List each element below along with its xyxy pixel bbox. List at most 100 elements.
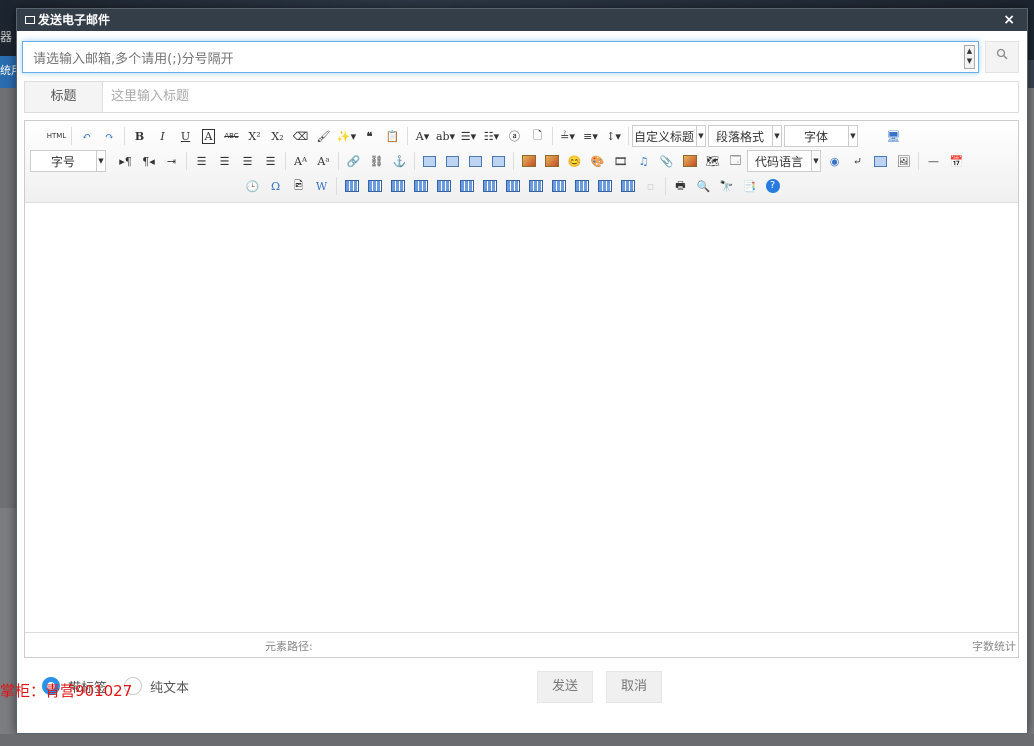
format-brush-icon[interactable]: 🖌 [312,126,335,146]
code-language-select[interactable]: 代码语言 ▼ [747,150,821,172]
simple-upload-icon[interactable] [517,151,540,171]
custom-heading-select[interactable]: 自定义标题 ▼ [632,125,706,147]
highlight-color-icon[interactable]: ab▾ [434,126,457,146]
cancel-button[interactable]: 取消 [606,671,662,703]
align-justify-icon[interactable]: ☰ [259,151,282,171]
toolbar-row: 🕒 Ω 🖻 W ▫ 🖶 🔍 🔭 📑 ? [241,174,1018,198]
search-contacts-button[interactable] [985,41,1019,73]
align-right-icon[interactable]: ☰ [236,151,259,171]
scrawl-icon[interactable]: 🎨 [586,151,609,171]
insert-frame-icon[interactable]: 🗔 [724,151,747,171]
map-glyph [682,155,697,167]
paragraph-format-select[interactable]: 段落格式 ▼ [708,125,782,147]
divider [628,127,629,145]
drafts-icon[interactable]: 📑 [738,176,761,196]
merge-down-icon[interactable] [547,176,570,196]
delete-table-icon[interactable] [363,176,386,196]
recipients-input[interactable] [22,41,979,73]
superscript-icon[interactable]: X² [243,126,266,146]
row-spacing-bottom-icon[interactable]: ≡▾ [579,126,602,146]
custom-heading-label: 自定义标题 [633,129,694,144]
to-lowercase-icon[interactable]: Aᵃ [312,151,335,171]
subject-input[interactable]: 这里输入标题 [103,82,1018,112]
font-family-select[interactable]: 字体 ▼ [784,125,858,147]
delete-col-icon[interactable] [478,176,501,196]
bold-icon[interactable]: B [128,126,151,146]
image-center-icon[interactable] [487,151,510,171]
align-left-icon[interactable]: ☰ [190,151,213,171]
charts-icon[interactable]: ▫ [639,176,662,196]
direction-ltr-icon[interactable]: ▸¶ [114,151,137,171]
clear-document-icon[interactable]: 🗋 [526,126,549,146]
auto-format-icon[interactable]: ✨▾ [335,126,358,146]
image-none-icon[interactable] [418,151,441,171]
word-import-icon[interactable]: W [310,176,333,196]
word-image-icon[interactable]: 🖻 [287,176,310,196]
strikethrough-icon[interactable]: ABC [220,126,243,146]
background-icon[interactable]: 🖼 [892,151,915,171]
template-icon[interactable] [869,151,892,171]
search-replace-icon[interactable]: 🔭 [715,176,738,196]
unlink-icon[interactable]: ⛓ [365,151,388,171]
close-button[interactable]: × [1003,9,1015,31]
horizontal-rule-icon[interactable]: — [922,151,945,171]
insert-video-icon[interactable]: 🎞 [609,151,632,171]
web-app-icon[interactable]: ◉ [823,151,846,171]
font-border-icon[interactable]: A [197,126,220,146]
special-chars-icon[interactable]: Ω [264,176,287,196]
date-icon[interactable]: 📅 [945,151,968,171]
textarea-resize-handle[interactable]: ▲ ▼ [964,45,975,69]
help-icon[interactable]: ? [761,176,784,196]
page-break-icon[interactable]: ⤶ [846,151,869,171]
send-email-dialog: 发送电子邮件 × ▲▼ 标题 这里输入标题 HTML ↶ ↷ B I [16,8,1028,734]
link-icon[interactable]: 🔗 [342,151,365,171]
dialog-title: 发送电子邮件 [38,13,111,27]
delete-row-icon[interactable] [432,176,455,196]
send-button[interactable]: 发送 [537,671,593,703]
align-center-icon[interactable]: ☰ [213,151,236,171]
insert-row-icon[interactable] [409,176,432,196]
eraser-icon[interactable]: ⌫ [289,126,312,146]
image-left-icon[interactable] [441,151,464,171]
unordered-list-icon[interactable]: ☷▾ [480,126,503,146]
select-all-icon[interactable]: ⓐ [503,126,526,146]
editor-content-area[interactable] [25,203,1018,632]
attachment-icon[interactable]: 📎 [655,151,678,171]
preview-icon[interactable]: 🔍 [692,176,715,196]
merge-cells-icon[interactable] [501,176,524,196]
image-right-icon[interactable] [464,151,487,171]
insert-col-icon[interactable] [455,176,478,196]
map-icon[interactable] [678,151,701,171]
line-height-icon[interactable]: ↕▾ [602,126,625,146]
font-color-icon[interactable]: A▾ [411,126,434,146]
indent-icon[interactable]: ⇥ [160,151,183,171]
font-size-select[interactable]: 字号 ▼ [30,150,106,172]
blockquote-icon[interactable]: ❝ [358,126,381,146]
redo-icon[interactable]: ↷ [98,126,121,146]
undo-icon[interactable]: ↶ [75,126,98,146]
insert-table-icon[interactable] [340,176,363,196]
gmap-icon[interactable]: 🗺 [701,151,724,171]
merge-right-icon[interactable] [524,176,547,196]
insert-paragraph-before-table-icon[interactable] [386,176,409,196]
split-to-rows-icon[interactable] [593,176,616,196]
time-icon[interactable]: 🕒 [241,176,264,196]
direction-rtl-icon[interactable]: ¶◂ [137,151,160,171]
anchor-icon[interactable]: ⚓ [388,151,411,171]
subscript-icon[interactable]: X₂ [266,126,289,146]
underline-icon[interactable]: U [174,126,197,146]
music-icon[interactable]: ♫ [632,151,655,171]
ordered-list-icon[interactable]: ☰▾ [457,126,480,146]
split-to-cells-icon[interactable] [570,176,593,196]
print-icon[interactable]: 🖶 [669,176,692,196]
html-source-button[interactable]: HTML [45,126,68,146]
to-uppercase-icon[interactable]: Aᴬ [289,151,312,171]
italic-icon[interactable]: I [151,126,174,146]
row-spacing-top-icon[interactable]: ≟▾ [556,126,579,146]
insert-image-icon[interactable] [540,151,563,171]
split-to-cols-icon[interactable] [616,176,639,196]
emotion-icon[interactable]: 😊 [563,151,586,171]
fullscreen-icon[interactable]: 🖥 [882,126,905,146]
divider [665,177,666,195]
paste-text-icon[interactable]: 📋 [381,126,404,146]
